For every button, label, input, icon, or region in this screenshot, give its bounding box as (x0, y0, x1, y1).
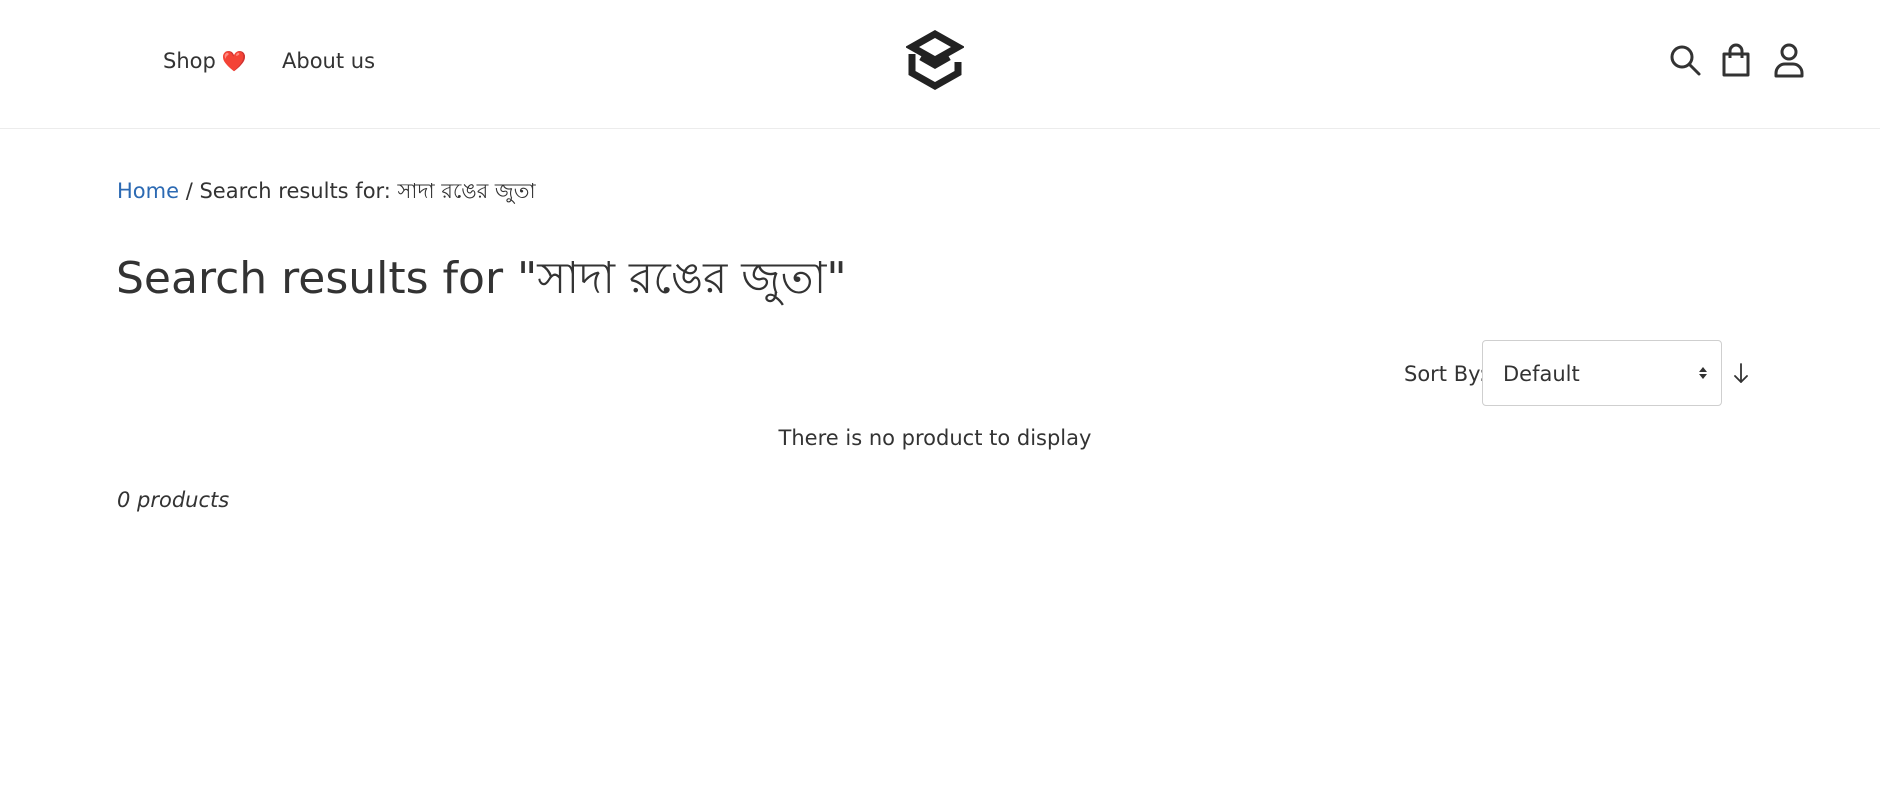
breadcrumb: Home / Search results for: সাদা রঙের জুত… (117, 177, 536, 205)
breadcrumb-separator: / (179, 179, 200, 203)
breadcrumb-home-link[interactable]: Home (117, 179, 179, 203)
sort-select[interactable]: Default (1482, 340, 1722, 406)
page-title: Search results for "সাদা রঙের জুতা" (116, 253, 847, 304)
shopping-bag-icon[interactable] (1719, 42, 1753, 78)
sort-selected-value: Default (1503, 362, 1580, 386)
product-count: 0 products (117, 488, 230, 512)
sort-label: Sort By: (1404, 362, 1487, 386)
breadcrumb-current: Search results for: সাদা রঙের জুতা (199, 179, 536, 203)
empty-results-message: There is no product to display (778, 426, 1092, 450)
nav-shop-label: Shop (163, 49, 216, 73)
site-header: Shop ❤️ About us (0, 0, 1880, 129)
search-icon[interactable] (1668, 42, 1702, 78)
select-caret-icon (1699, 367, 1707, 379)
user-icon[interactable] (1772, 42, 1806, 78)
logo-icon[interactable] (906, 28, 964, 92)
nav-about-link[interactable]: About us (282, 48, 375, 74)
heart-icon: ❤️ (221, 49, 247, 73)
arrow-down-icon[interactable] (1732, 361, 1750, 385)
nav-shop-link[interactable]: Shop ❤️ (163, 48, 247, 74)
